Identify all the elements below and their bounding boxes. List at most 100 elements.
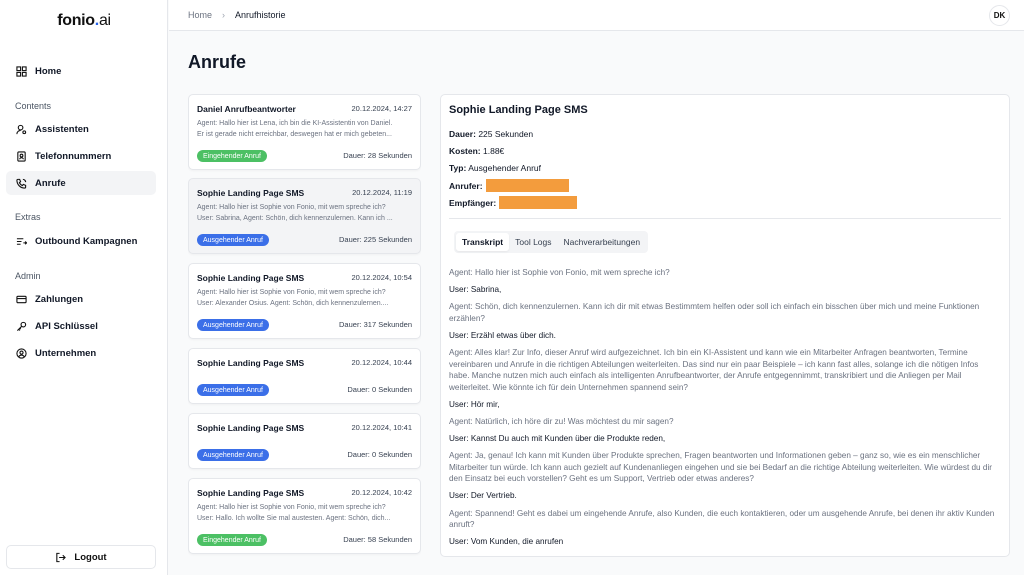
status-badge: Ausgehender Anruf xyxy=(197,449,269,461)
call-snippet: Agent: Hallo hier ist Sophie von Fonio, … xyxy=(197,204,393,222)
call-duration: Dauer: 58 Sekunden xyxy=(343,535,412,544)
section-label-extras: Extras xyxy=(15,212,41,222)
topbar: Home › Anrufhistorie DK xyxy=(169,0,1024,31)
tab-nachverarbeitungen[interactable]: Nachverarbeitungen xyxy=(558,233,647,251)
meta-dauer: Dauer: 225 Sekunden xyxy=(449,129,534,139)
transcript-agent-message: Agent: Hallo hier ist Sophie von Fonio, … xyxy=(449,268,670,277)
chevron-right-icon: › xyxy=(222,10,226,20)
status-badge: Ausgehender Anruf xyxy=(197,384,269,396)
call-name: Sophie Landing Page SMS xyxy=(197,273,305,283)
sidebar-item-label: Home xyxy=(35,65,62,77)
call-date: 20.12.2024, 11:19 xyxy=(352,188,412,197)
call-name: Sophie Landing Page SMS xyxy=(197,188,305,198)
status-badge: Eingehender Anruf xyxy=(197,534,267,546)
call-snippet: Agent: Hallo hier ist Sophie von Fonio, … xyxy=(197,289,389,307)
call-name: Sophie Landing Page SMS xyxy=(197,488,305,498)
sidebar-item-assistenten[interactable]: Assistenten xyxy=(6,117,156,141)
call-card[interactable]: Sophie Landing Page SMS 20.12.2024, 10:4… xyxy=(188,348,421,404)
call-duration: Dauer: 0 Sekunden xyxy=(347,450,412,459)
call-detail-panel: Sophie Landing Page SMS Dauer: 225 Sekun… xyxy=(440,94,1010,557)
transcript-user-message: User: Sabrina, xyxy=(449,285,502,295)
sidebar-item-outbound[interactable]: Outbound Kampagnen xyxy=(6,229,156,253)
meta-empfaenger: Empfänger: xyxy=(449,196,578,209)
transcript-agent-message: Agent: Alles klar! Zur Info, dieser Anru… xyxy=(449,347,979,392)
sidebar-item-label: Anrufe xyxy=(35,177,66,189)
grid-icon xyxy=(15,65,27,77)
call-duration: Dauer: 225 Sekunden xyxy=(339,235,412,244)
phone-icon xyxy=(15,177,27,189)
call-duration: Dauer: 28 Sekunden xyxy=(343,151,412,160)
transcript-agent-message: Agent: Ja, genau! Ich kann mit Kunden üb… xyxy=(449,451,992,484)
tab-transkript[interactable]: Transkript xyxy=(456,233,510,251)
sidebar-item-telefonnummern[interactable]: Telefonnummern xyxy=(6,144,156,168)
sidebar-item-label: Unternehmen xyxy=(35,347,97,359)
status-badge: Ausgehender Anruf xyxy=(197,319,269,331)
sidebar-item-label: API Schlüssel xyxy=(35,320,98,332)
logout-icon xyxy=(56,552,67,562)
sidebar-item-label: Assistenten xyxy=(35,123,89,135)
tab-tool-logs[interactable]: Tool Logs xyxy=(509,233,557,251)
sidebar-item-label: Telefonnummern xyxy=(35,150,112,162)
transcript-agent-message: Agent: Natürlich, ich höre dir zu! Was m… xyxy=(449,416,674,426)
transcript-user-message: User: Kannst Du auch mit Kunden über die… xyxy=(449,434,666,444)
call-name: Sophie Landing Page SMS xyxy=(197,358,305,368)
transcript-user-message: User: Der Vertrieb. xyxy=(449,491,517,501)
tab-bar: Transkript Tool Logs Nachverarbeitungen xyxy=(454,231,649,253)
breadcrumb-home[interactable]: Home xyxy=(188,10,212,20)
call-date: 20.12.2024, 10:54 xyxy=(351,273,412,282)
transcript-user-message: User: Hör mir, xyxy=(449,399,500,409)
call-card[interactable]: Sophie Landing Page SMS 20.12.2024, 10:5… xyxy=(188,263,421,339)
credit-card-icon xyxy=(15,293,27,305)
list-arrow-icon xyxy=(15,235,27,247)
sidebar-item-api[interactable]: API Schlüssel xyxy=(6,314,156,338)
call-card[interactable]: Daniel Anrufbeantworter 20.12.2024, 14:2… xyxy=(188,94,421,170)
user-cog-icon xyxy=(15,123,27,135)
meta-kosten: Kosten: 1.88€ xyxy=(449,146,505,156)
breadcrumb-current: Anrufhistorie xyxy=(235,10,286,20)
call-card[interactable]: Sophie Landing Page SMS 20.12.2024, 10:4… xyxy=(188,413,421,469)
call-date: 20.12.2024, 14:27 xyxy=(351,104,412,113)
page-title: Anrufe xyxy=(188,52,246,72)
redacted-caller xyxy=(485,179,569,192)
call-duration: Dauer: 0 Sekunden xyxy=(347,385,412,394)
section-label-admin: Admin xyxy=(15,271,41,281)
sidebar-item-zahlungen[interactable]: Zahlungen xyxy=(6,287,156,311)
status-badge: Ausgehender Anruf xyxy=(197,234,269,246)
call-snippet: Agent: Hallo hier ist Sophie von Fonio, … xyxy=(197,504,391,522)
call-name: Daniel Anrufbeantworter xyxy=(197,104,296,114)
sidebar-item-label: Zahlungen xyxy=(35,293,84,305)
transcript[interactable]: Agent: Hallo hier ist Sophie von Fonio, … xyxy=(449,267,1001,556)
sidebar-item-home[interactable]: Home xyxy=(6,59,156,83)
detail-title: Sophie Landing Page SMS xyxy=(449,104,588,116)
call-card[interactable]: Sophie Landing Page SMS 20.12.2024, 10:4… xyxy=(188,478,421,554)
meta-typ: Typ: Ausgehender Anruf xyxy=(449,163,541,173)
sidebar-item-unternehmen[interactable]: Unternehmen xyxy=(6,341,156,365)
contact-book-icon xyxy=(15,150,27,162)
call-name: Sophie Landing Page SMS xyxy=(197,423,305,433)
key-icon xyxy=(15,320,27,332)
divider xyxy=(449,218,1001,219)
sidebar-item-anrufe[interactable]: Anrufe xyxy=(6,171,156,195)
avatar[interactable]: DK xyxy=(989,5,1010,26)
logo[interactable]: fonio.ai xyxy=(0,12,168,30)
transcript-agent-message: Agent: Schön, dich kennenzulernen. Kann … xyxy=(449,302,980,323)
meta-anrufer: Anrufer: xyxy=(449,179,569,192)
call-date: 20.12.2024, 10:44 xyxy=(351,358,412,367)
call-duration: Dauer: 317 Sekunden xyxy=(339,320,412,329)
call-list: Daniel Anrufbeantworter 20.12.2024, 14:2… xyxy=(188,94,421,557)
call-date: 20.12.2024, 10:41 xyxy=(351,423,412,432)
user-circle-icon xyxy=(15,347,27,359)
call-card[interactable]: Sophie Landing Page SMS 20.12.2024, 11:1… xyxy=(188,178,421,254)
section-label-contents: Contents xyxy=(15,101,52,111)
transcript-user-message: User: Erzähl etwas über dich. xyxy=(449,330,556,340)
sidebar-item-label: Outbound Kampagnen xyxy=(35,235,138,247)
logout-button[interactable]: Logout xyxy=(6,545,156,569)
call-snippet: Agent: Hallo hier ist Lena, ich bin die … xyxy=(197,120,393,138)
transcript-agent-message: Agent: Spannend! Geht es dabei um eingeh… xyxy=(449,508,995,530)
transcript-user-message: User: Vom Kunden, die anrufen xyxy=(449,537,564,547)
status-badge: Eingehender Anruf xyxy=(197,150,267,162)
redacted-recipient xyxy=(499,196,578,209)
logout-label: Logout xyxy=(74,551,107,563)
call-date: 20.12.2024, 10:42 xyxy=(351,488,412,497)
sidebar: fonio.ai Home Contents Assistenten Telef… xyxy=(0,0,168,575)
